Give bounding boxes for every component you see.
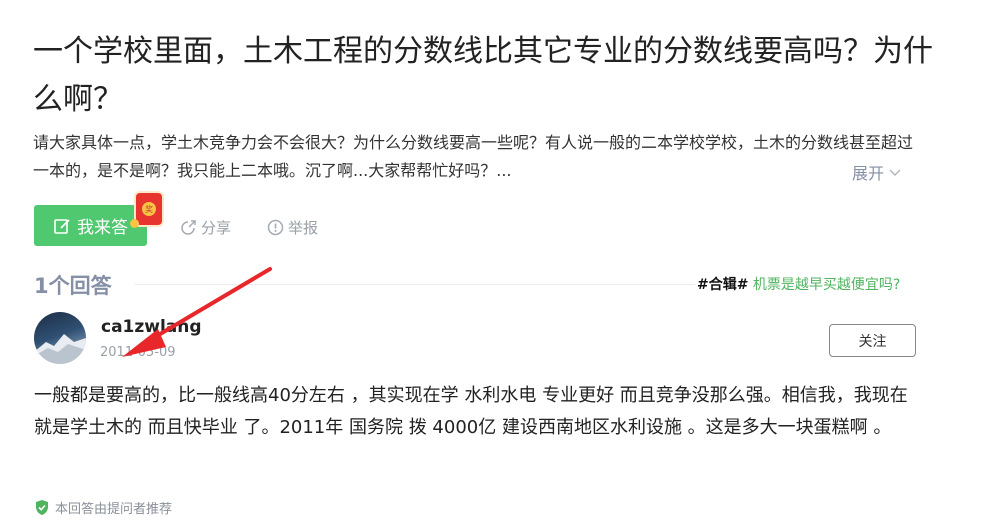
answer-content: 一般都是要高的，比一般线高40分左右 ，其实现在学 水利水电 专业更好 而且竞争… xyxy=(34,385,908,438)
expand-label: 展开 xyxy=(852,164,885,183)
answer-username[interactable]: ca1zwlang xyxy=(101,317,202,337)
share-icon xyxy=(181,220,196,235)
shield-check-icon xyxy=(36,500,48,515)
question-title: 一个学校里面，土木工程的分数线比其它专业的分数线要高吗？为什么啊？ xyxy=(33,34,933,117)
report-label: 举报 xyxy=(288,219,319,237)
collection-tag: #合辑# xyxy=(697,277,749,293)
red-packet-icon[interactable]: 奖 xyxy=(130,193,162,228)
answer-date: 2011-05-09 xyxy=(100,345,176,360)
collection-promo: #合辑# 机票是越早买越便宜吗? xyxy=(697,274,900,294)
answer-count: 1个回答 xyxy=(34,274,112,298)
chevron-down-icon xyxy=(889,169,901,176)
recommend-badge: 本回答由提问者推荐 xyxy=(34,498,172,517)
expand-button[interactable]: 展开 xyxy=(852,160,902,184)
reward-coin: 奖 xyxy=(142,202,156,216)
share-button[interactable]: 分享 xyxy=(180,217,231,238)
avatar-image xyxy=(34,334,86,364)
follow-button[interactable]: 关注 xyxy=(829,324,916,357)
report-button[interactable]: 举报 xyxy=(267,217,318,238)
avatar[interactable] xyxy=(34,312,86,364)
edit-icon xyxy=(54,218,70,234)
question-description: 请大家具体一点，学土木竞争力会不会很大？为什么分数线要高一些呢？有人说一般的二本… xyxy=(33,133,914,180)
report-icon xyxy=(267,219,284,236)
reward-dot xyxy=(130,219,139,228)
answer-button-label: 我来答 xyxy=(77,218,128,238)
collection-link[interactable]: 机票是越早买越便宜吗? xyxy=(753,277,900,293)
share-label: 分享 xyxy=(201,219,232,237)
recommend-label: 本回答由提问者推荐 xyxy=(55,502,173,517)
divider xyxy=(135,284,695,285)
